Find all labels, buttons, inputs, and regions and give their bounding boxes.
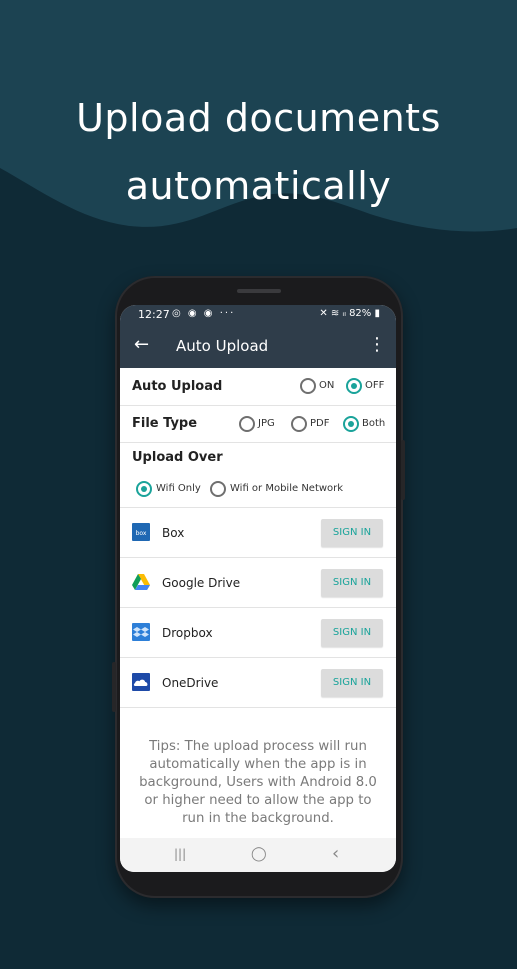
file-type-label: File Type (132, 416, 198, 431)
upload-over-mobile-label: Wifi or Mobile Network (230, 483, 344, 494)
onedrive-logo-icon (132, 673, 150, 691)
auto-upload-on-label: ON (319, 380, 335, 391)
signal-icons: ✕ ≋ ᵢₗ (319, 308, 346, 319)
service-row-dropbox: Dropbox SIGN IN (120, 608, 396, 657)
dropbox-logo-icon (132, 623, 150, 641)
phone-side-button (401, 440, 405, 500)
file-type-jpg-radio[interactable] (239, 416, 255, 432)
file-type-pdf-radio[interactable] (291, 416, 307, 432)
service-row-onedrive: OneDrive SIGN IN (120, 658, 396, 707)
file-type-jpg-label: JPG (258, 418, 275, 429)
headline-line-1: Upload documents (76, 96, 441, 140)
status-icons-right: ✕ ≋ ᵢₗ 82% ▮ (319, 308, 380, 319)
page-title: Auto Upload (176, 337, 269, 355)
recents-icon[interactable]: ||| (174, 847, 186, 861)
battery-level: 82% (349, 308, 372, 319)
file-type-row: File Type JPG PDF Both (120, 406, 396, 442)
onedrive-sign-in-button[interactable]: SIGN IN (321, 669, 383, 697)
file-type-both-label: Both (362, 418, 386, 429)
phone-side-button-left (112, 662, 116, 712)
file-type-both-radio[interactable] (343, 416, 359, 432)
app-bar: ← Auto Upload ⋮ (120, 325, 396, 368)
box-sign-in-button[interactable]: SIGN IN (321, 519, 383, 547)
file-type-pdf-label: PDF (310, 418, 330, 429)
service-row-box: box Box SIGN IN (120, 508, 396, 557)
service-row-google-drive: Google Drive SIGN IN (120, 558, 396, 607)
upload-over-label: Upload Over (132, 450, 223, 465)
tips-text: Tips: The upload process will run automa… (139, 739, 377, 826)
google-drive-logo-icon (132, 574, 150, 590)
box-logo-text: box (136, 530, 147, 537)
dropbox-sign-in-button[interactable]: SIGN IN (321, 619, 383, 647)
back-arrow-icon[interactable]: ← (134, 334, 149, 355)
divider (120, 707, 396, 708)
service-name-dropbox: Dropbox (162, 626, 213, 640)
battery-icon: ▮ (374, 308, 380, 319)
navigation-bar: ||| ◯ ‹ (120, 838, 396, 872)
status-icons-left: ◎ ◉ ◉ ··· (172, 308, 236, 319)
phone-speaker (237, 289, 281, 293)
auto-upload-off-radio[interactable] (346, 378, 362, 394)
upload-over-wifi-radio[interactable] (136, 481, 152, 497)
upload-over-wifi-label: Wifi Only (156, 483, 201, 494)
upload-over-mobile-radio[interactable] (210, 481, 226, 497)
auto-upload-off-label: OFF (365, 380, 385, 391)
service-name-google-drive: Google Drive (162, 576, 241, 590)
back-icon[interactable]: ‹ (332, 843, 339, 864)
status-bar: 12:27 ◎ ◉ ◉ ··· ✕ ≋ ᵢₗ 82% ▮ (120, 305, 396, 325)
headline-line-2: automatically (125, 164, 392, 208)
headline: Upload documents automatically (0, 84, 517, 220)
status-time: 12:27 (138, 308, 170, 321)
auto-upload-label: Auto Upload (132, 379, 223, 394)
service-name-box: Box (162, 526, 185, 540)
service-name-onedrive: OneDrive (162, 676, 219, 690)
google-drive-sign-in-button[interactable]: SIGN IN (321, 569, 383, 597)
home-icon[interactable]: ◯ (251, 846, 267, 862)
box-logo-icon: box (132, 523, 150, 541)
overflow-menu-icon[interactable]: ⋮ (368, 336, 386, 354)
phone-screen: 12:27 ◎ ◉ ◉ ··· ✕ ≋ ᵢₗ 82% ▮ ← Auto Uplo… (120, 305, 396, 872)
upload-over-section: Upload Over Wifi Only Wifi or Mobile Net… (120, 443, 396, 507)
auto-upload-row: Auto Upload ON OFF (120, 368, 396, 405)
auto-upload-on-radio[interactable] (300, 378, 316, 394)
